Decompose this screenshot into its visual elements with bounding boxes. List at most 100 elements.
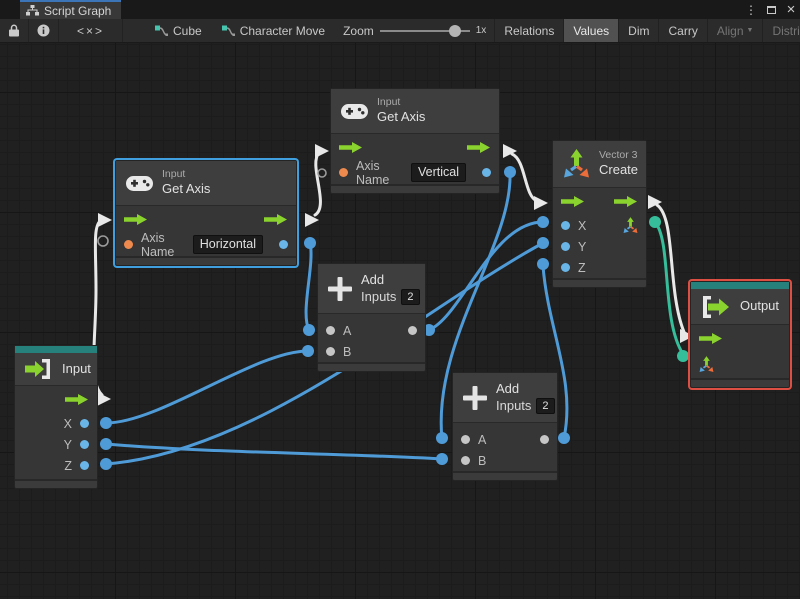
value-output-port[interactable] [482, 168, 491, 177]
breadcrumb-label: Cube [173, 23, 202, 38]
close-icon[interactable]: × [784, 1, 798, 18]
value-output-port[interactable] [80, 440, 89, 449]
node-header: Vector 3 Create [553, 141, 646, 188]
node-add-1[interactable]: Add Inputs 2 A B [317, 263, 426, 372]
node-category: Vector 3 [599, 149, 638, 162]
control-output-port[interactable] [65, 394, 89, 405]
control-output-port[interactable] [614, 196, 638, 207]
zoom-slider-knob[interactable] [448, 24, 461, 37]
maximize-icon[interactable] [764, 2, 778, 18]
control-input-port[interactable] [561, 196, 585, 207]
value-input-port[interactable] [326, 326, 335, 335]
chevron-down-icon: ▼ [746, 27, 754, 34]
vector3-mini-icon[interactable] [623, 217, 638, 234]
node-add-2[interactable]: Add Inputs 2 A B [452, 372, 558, 481]
title-bar: Script Graph ⋮ × [0, 0, 800, 19]
value-output-port[interactable] [408, 326, 417, 335]
port-label: A [478, 432, 487, 447]
node-subtitle: Inputs 2 [361, 289, 420, 305]
script-graph-icon [155, 24, 168, 37]
toolbar-button-values[interactable]: Values [563, 19, 619, 42]
port-label: X [578, 218, 587, 233]
lock-button[interactable] [0, 19, 29, 42]
inputs-count-field[interactable]: 2 [536, 397, 555, 414]
info-icon [37, 24, 50, 37]
node-output[interactable]: Output [690, 281, 790, 388]
unconnected-port-ring[interactable] [317, 168, 327, 178]
wire-ctrl-horizontal-to-vertical[interactable] [313, 151, 322, 217]
port-label: Y [578, 239, 587, 254]
port-label: B [478, 453, 487, 468]
node-title: Output [740, 298, 780, 314]
port-label: B [343, 344, 352, 359]
info-button[interactable] [29, 19, 59, 42]
value-input-port[interactable] [124, 240, 133, 249]
value-input-port[interactable] [339, 168, 348, 177]
node-header: Input Get Axis [116, 161, 296, 206]
value-output-port[interactable] [80, 461, 89, 470]
axis-name-field[interactable]: Vertical [411, 163, 466, 182]
control-input-port[interactable] [339, 142, 363, 153]
menu-kebab-icon[interactable]: ⋮ [744, 2, 758, 18]
value-input-port[interactable] [561, 221, 570, 230]
toolbar-button-align[interactable]: Align ▼ [706, 19, 763, 42]
script-graph-icon [221, 24, 235, 37]
zoom-control: Zoom 1x [335, 19, 494, 42]
breadcrumb: Cube Character Move [145, 19, 335, 42]
toolbar-button-dim[interactable]: Dim [618, 19, 658, 42]
node-title: Input [62, 360, 91, 376]
value-input-port[interactable] [561, 242, 570, 251]
plus-icon [328, 276, 352, 301]
node-vector3-create[interactable]: Vector 3 Create X Y Z [552, 140, 647, 288]
inputs-count-field[interactable]: 2 [401, 288, 420, 305]
control-input-port[interactable] [124, 214, 148, 225]
graph-toolbar: <×> Cube Character Move Zoom 1x Relation… [0, 19, 800, 43]
breadcrumb-item-character-move[interactable]: Character Move [212, 19, 335, 42]
axis-name-field[interactable]: Horizontal [192, 235, 263, 254]
node-category: Input [162, 168, 186, 181]
graph-hierarchy-icon [26, 5, 39, 16]
node-title: Add [361, 272, 385, 288]
port-label: Axis Name [141, 230, 175, 259]
value-input-port[interactable] [561, 263, 570, 272]
node-header: Add Inputs 2 [318, 264, 425, 314]
wire-ctrl-vertical-to-vector3[interactable] [510, 152, 539, 203]
node-color-bar [691, 282, 789, 289]
wire-value-inputx-to-add1-b[interactable] [104, 349, 310, 425]
vector3-mini-icon[interactable] [699, 355, 714, 373]
output-icon [701, 295, 731, 319]
zoom-slider[interactable] [379, 24, 470, 37]
node-getaxis-horizontal[interactable]: Input Get Axis Axis Name Horizontal [115, 160, 297, 266]
value-output-port[interactable] [80, 419, 89, 428]
control-output-port[interactable] [264, 214, 288, 225]
value-input-port[interactable] [461, 435, 470, 444]
toolbar-button-carry[interactable]: Carry [658, 19, 706, 42]
node-category: Input [377, 96, 401, 109]
code-view-button[interactable]: <×> [59, 19, 123, 42]
node-input[interactable]: Input X Y Z [14, 345, 98, 489]
toolbar-button-relations[interactable]: Relations [494, 19, 563, 42]
tab-script-graph[interactable]: Script Graph [20, 0, 122, 19]
node-footer [691, 378, 789, 387]
node-footer [553, 278, 646, 287]
port-label: X [63, 416, 72, 431]
value-output-port[interactable] [279, 240, 288, 249]
node-header: Output [691, 289, 789, 325]
control-input-port[interactable] [699, 333, 723, 344]
control-output-port[interactable] [467, 142, 491, 153]
port-label: A [343, 323, 352, 338]
node-header: Add Inputs 2 [453, 373, 557, 423]
node-header: Input Get Axis [331, 89, 499, 134]
unconnected-port-ring[interactable] [97, 235, 109, 247]
node-footer [318, 362, 425, 371]
breadcrumb-label: Character Move [239, 23, 326, 38]
node-subtitle: Inputs 2 [496, 398, 555, 414]
value-output-port[interactable] [540, 435, 549, 444]
value-input-port[interactable] [461, 456, 470, 465]
wire-value-horizontal-to-add1-a[interactable] [304, 241, 313, 332]
graph-canvas[interactable]: Input Get Axis Axis Name Vertical Input [0, 43, 800, 599]
value-input-port[interactable] [326, 347, 335, 356]
toolbar-button-distribute[interactable]: Distribute▼ [762, 19, 800, 42]
node-getaxis-vertical[interactable]: Input Get Axis Axis Name Vertical [330, 88, 500, 194]
breadcrumb-item-cube[interactable]: Cube [145, 19, 212, 42]
